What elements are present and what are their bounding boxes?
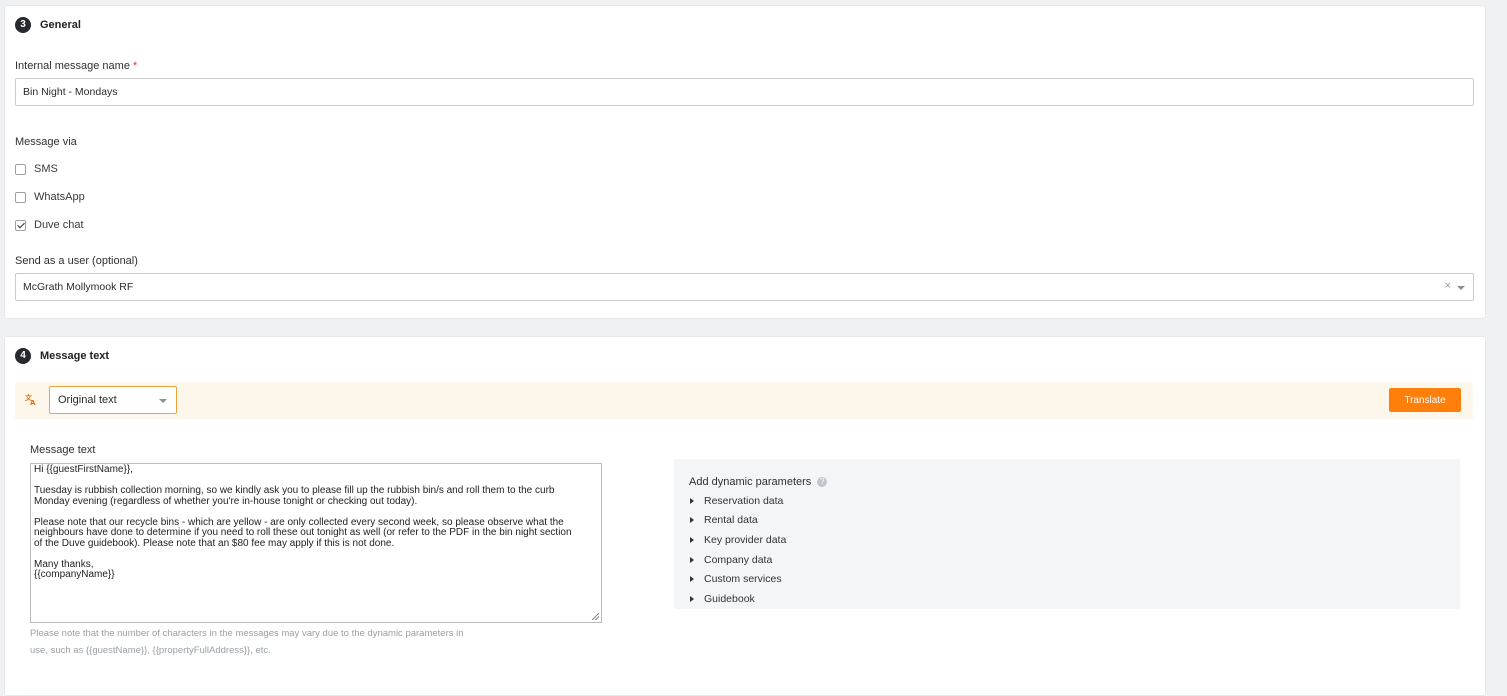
caret-right-icon [690, 517, 694, 524]
channel-duve-chat[interactable]: Duve chat [15, 219, 84, 231]
send-as-value: McGrath Mollymook RF [23, 281, 134, 293]
whatsapp-checkbox[interactable] [15, 191, 26, 203]
dynamic-parameters-panel: Add dynamic parameters ? Reservation dat… [674, 459, 1460, 609]
internal-name-value: Bin Night - Mondays [23, 86, 118, 98]
dynamic-item-reservation-data[interactable]: Reservation data [690, 491, 786, 511]
duve-chat-checkbox[interactable] [15, 219, 26, 231]
dynamic-item-label: Reservation data [704, 494, 784, 507]
message-paragraph: Please note that our recycle bins - whic… [34, 516, 572, 549]
message-text-section: 4 Message text 文 A Original text Transla… [4, 336, 1486, 696]
language-select[interactable]: Original text [49, 386, 177, 414]
step-badge: 4 [15, 348, 31, 364]
dynamic-item-company-data[interactable]: Company data [690, 550, 786, 570]
caret-right-icon [690, 497, 694, 504]
dynamic-item-label: Company data [704, 553, 773, 566]
message-paragraph: Hi {{guestFirstName}}, [34, 464, 133, 475]
send-as-select[interactable]: McGrath Mollymook RF × [15, 273, 1474, 301]
message-paragraph: Many thanks, {{companyName}} [34, 558, 115, 580]
whatsapp-label: WhatsApp [34, 191, 85, 203]
message-textarea[interactable]: Hi {{guestFirstName}}, Tuesday is rubbis… [30, 463, 602, 623]
dynamic-parameters-title: Add dynamic parameters ? [689, 476, 828, 488]
chevron-down-icon[interactable] [159, 399, 167, 403]
message-paragraph: Tuesday is rubbish collection morning, s… [34, 485, 555, 507]
dynamic-parameters-list: Reservation data Rental data Key provide… [690, 491, 786, 609]
internal-name-label-text: Internal message name [15, 60, 130, 72]
caret-right-icon [690, 595, 694, 602]
sms-label: SMS [34, 163, 58, 175]
internal-name-input[interactable]: Bin Night - Mondays [15, 78, 1474, 106]
general-section: 3 General Internal message name * Bin Nig… [4, 5, 1486, 319]
language-value: Original text [58, 394, 117, 406]
translate-icon: 文 A [25, 393, 37, 408]
character-count-note: Please note that the number of character… [30, 628, 464, 656]
channel-whatsapp[interactable]: WhatsApp [15, 191, 85, 203]
section-title: General [40, 19, 81, 31]
dynamic-item-guidebook[interactable]: Guidebook [690, 589, 786, 609]
translate-button[interactable]: Translate [1389, 388, 1461, 412]
general-section-header: 3 General [15, 17, 81, 33]
caret-right-icon [690, 576, 694, 583]
dynamic-item-custom-services[interactable]: Custom services [690, 569, 786, 589]
dynamic-item-label: Guidebook [704, 592, 755, 605]
resize-handle-icon[interactable] [592, 613, 599, 620]
section-title: Message text [40, 350, 110, 362]
message-section-header: 4 Message text [15, 348, 109, 364]
dynamic-parameters-title-text: Add dynamic parameters [689, 476, 812, 488]
required-asterisk: * [132, 60, 138, 72]
message-via-label: Message via [15, 136, 77, 148]
clear-icon[interactable]: × [1445, 280, 1451, 292]
dynamic-item-label: Rental data [704, 514, 758, 527]
dynamic-item-label: Key provider data [704, 533, 787, 546]
channel-sms[interactable]: SMS [15, 163, 58, 175]
dynamic-item-label: Custom services [704, 573, 782, 586]
caret-right-icon [690, 556, 694, 563]
chevron-down-icon[interactable] [1457, 286, 1465, 290]
svg-text:A: A [30, 399, 36, 405]
send-as-label: Send as a user (optional) [15, 255, 138, 267]
duve-chat-label: Duve chat [34, 219, 84, 231]
help-icon[interactable]: ? [817, 477, 828, 487]
dynamic-item-key-provider-data[interactable]: Key provider data [690, 530, 786, 550]
message-text-label: Message text [30, 444, 96, 456]
step-badge: 3 [15, 17, 31, 33]
caret-right-icon [690, 536, 694, 543]
dynamic-item-rental-data[interactable]: Rental data [690, 511, 786, 531]
sms-checkbox[interactable] [15, 163, 26, 175]
translate-bar: 文 A Original text Translate [15, 382, 1473, 419]
internal-name-label: Internal message name * [15, 60, 137, 72]
